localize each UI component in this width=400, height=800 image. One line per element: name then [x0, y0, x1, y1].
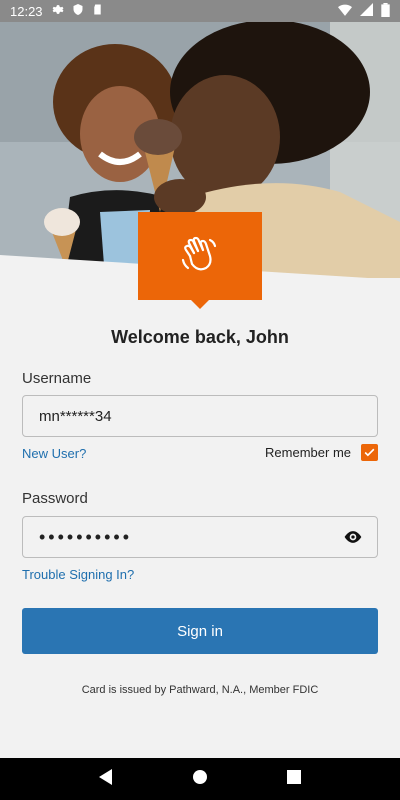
password-field[interactable]: •••••••••• [22, 516, 378, 558]
status-bar: 12:23 [0, 0, 400, 22]
new-user-link[interactable]: New User? [22, 446, 86, 461]
sign-in-button[interactable]: Sign in [22, 608, 378, 654]
status-left: 12:23 [10, 3, 103, 19]
waving-hand-icon [180, 234, 220, 279]
show-password-eye-icon[interactable] [343, 527, 363, 551]
settings-gear-icon [51, 3, 64, 19]
password-label: Password [22, 490, 88, 507]
welcome-heading: Welcome back, John [111, 327, 289, 347]
password-value: •••••••••• [39, 526, 133, 547]
issuer-disclaimer: Card is issued by Pathward, N.A., Member… [81, 684, 319, 696]
wifi-icon [338, 4, 352, 19]
navigation-bar [0, 758, 400, 800]
username-label: Username [22, 370, 92, 387]
trouble-signing-in-link[interactable]: Trouble Signing In? [22, 567, 134, 582]
username-value: mn******34 [39, 407, 112, 425]
remember-me[interactable]: Remember me [265, 444, 378, 461]
signal-icon [360, 3, 373, 19]
status-right [338, 2, 390, 20]
welcome-badge [138, 212, 262, 300]
sd-card-icon [92, 3, 103, 19]
battery-icon [381, 2, 390, 20]
home-icon[interactable] [192, 769, 208, 790]
username-field[interactable]: mn******34 [22, 395, 378, 437]
recents-icon[interactable] [286, 769, 301, 789]
badge-pointer [190, 299, 210, 309]
shield-icon [72, 3, 84, 19]
remember-me-checkbox[interactable] [361, 444, 378, 461]
status-time: 12:23 [10, 3, 43, 19]
back-icon[interactable] [99, 768, 113, 790]
remember-me-label: Remember me [265, 445, 351, 460]
